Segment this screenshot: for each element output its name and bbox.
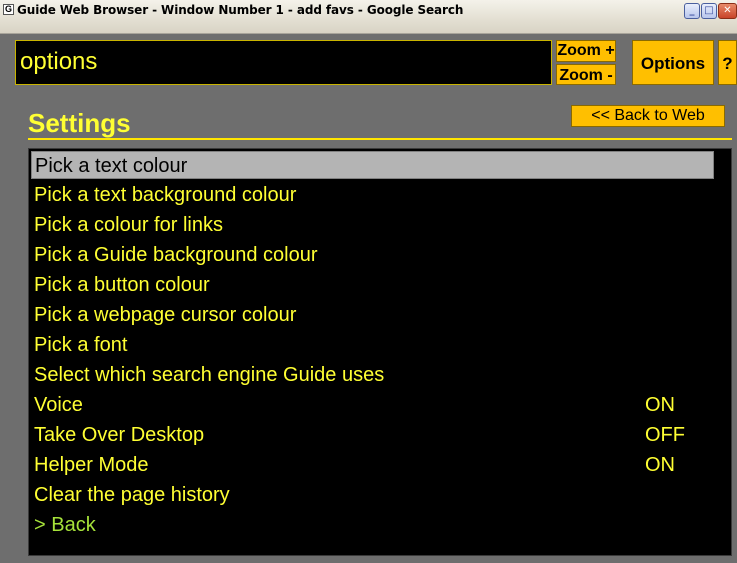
address-input[interactable]: options <box>15 40 552 85</box>
menu-item-label: Pick a button colour <box>34 274 210 296</box>
menu-item-label: Take Over Desktop <box>34 424 205 446</box>
menu-item-label: Voice <box>34 394 83 416</box>
menu-item-clear-history[interactable]: Clear the page history <box>31 481 714 509</box>
settings-menu: Pick a text colour Pick a text backgroun… <box>28 148 732 556</box>
menu-item-voice[interactable]: Voice ON <box>31 391 714 419</box>
zoom-out-button[interactable]: Zoom - <box>556 64 616 85</box>
menu-item-label: Pick a colour for links <box>34 214 223 236</box>
menu-item-helper-mode[interactable]: Helper Mode ON <box>31 451 714 479</box>
help-button[interactable]: ? <box>718 40 737 85</box>
options-button[interactable]: Options <box>632 40 714 85</box>
menu-item-label: Pick a Guide background colour <box>34 244 318 266</box>
menu-item-take-over-desktop[interactable]: Take Over Desktop OFF <box>31 421 714 449</box>
menu-item-back[interactable]: > Back <box>31 511 714 539</box>
menu-item-button-colour[interactable]: Pick a button colour <box>31 271 714 299</box>
close-button[interactable]: ✕ <box>718 3 737 19</box>
window-title: Guide Web Browser - Window Number 1 - ad… <box>17 3 464 17</box>
menu-item-label: Select which search engine Guide uses <box>34 364 385 386</box>
address-value: options <box>20 48 98 75</box>
menu-item-guide-background-colour[interactable]: Pick a Guide background colour <box>31 241 714 269</box>
menu-item-label: Helper Mode <box>34 454 149 476</box>
menu-item-text-colour[interactable]: Pick a text colour <box>31 151 714 179</box>
menu-item-label: Pick a font <box>34 334 128 356</box>
menu-item-label: Pick a text background colour <box>34 184 297 206</box>
minimize-button[interactable]: _ <box>684 3 700 19</box>
app-icon: G <box>3 4 14 15</box>
heading-divider <box>28 138 732 140</box>
zoom-in-button[interactable]: Zoom + <box>556 40 616 62</box>
menu-item-link-colour[interactable]: Pick a colour for links <box>31 211 714 239</box>
menu-item-cursor-colour[interactable]: Pick a webpage cursor colour <box>31 301 714 329</box>
page-title: Settings <box>28 108 131 138</box>
menu-item-value: OFF <box>645 424 685 446</box>
menu-item-label: Clear the page history <box>34 484 230 506</box>
menu-item-search-engine[interactable]: Select which search engine Guide uses <box>31 361 714 389</box>
menu-item-font[interactable]: Pick a font <box>31 331 714 359</box>
title-bar: G Guide Web Browser - Window Number 1 - … <box>0 0 737 34</box>
menu-item-text-background-colour[interactable]: Pick a text background colour <box>31 181 714 209</box>
menu-item-value: ON <box>645 394 675 416</box>
menu-item-label: > Back <box>34 514 96 536</box>
menu-item-value: ON <box>645 454 675 476</box>
menu-item-label: Pick a webpage cursor colour <box>34 304 297 326</box>
back-to-web-button[interactable]: << Back to Web <box>571 105 725 127</box>
maximize-button[interactable]: □ <box>701 3 717 19</box>
menu-item-label: Pick a text colour <box>35 155 188 177</box>
